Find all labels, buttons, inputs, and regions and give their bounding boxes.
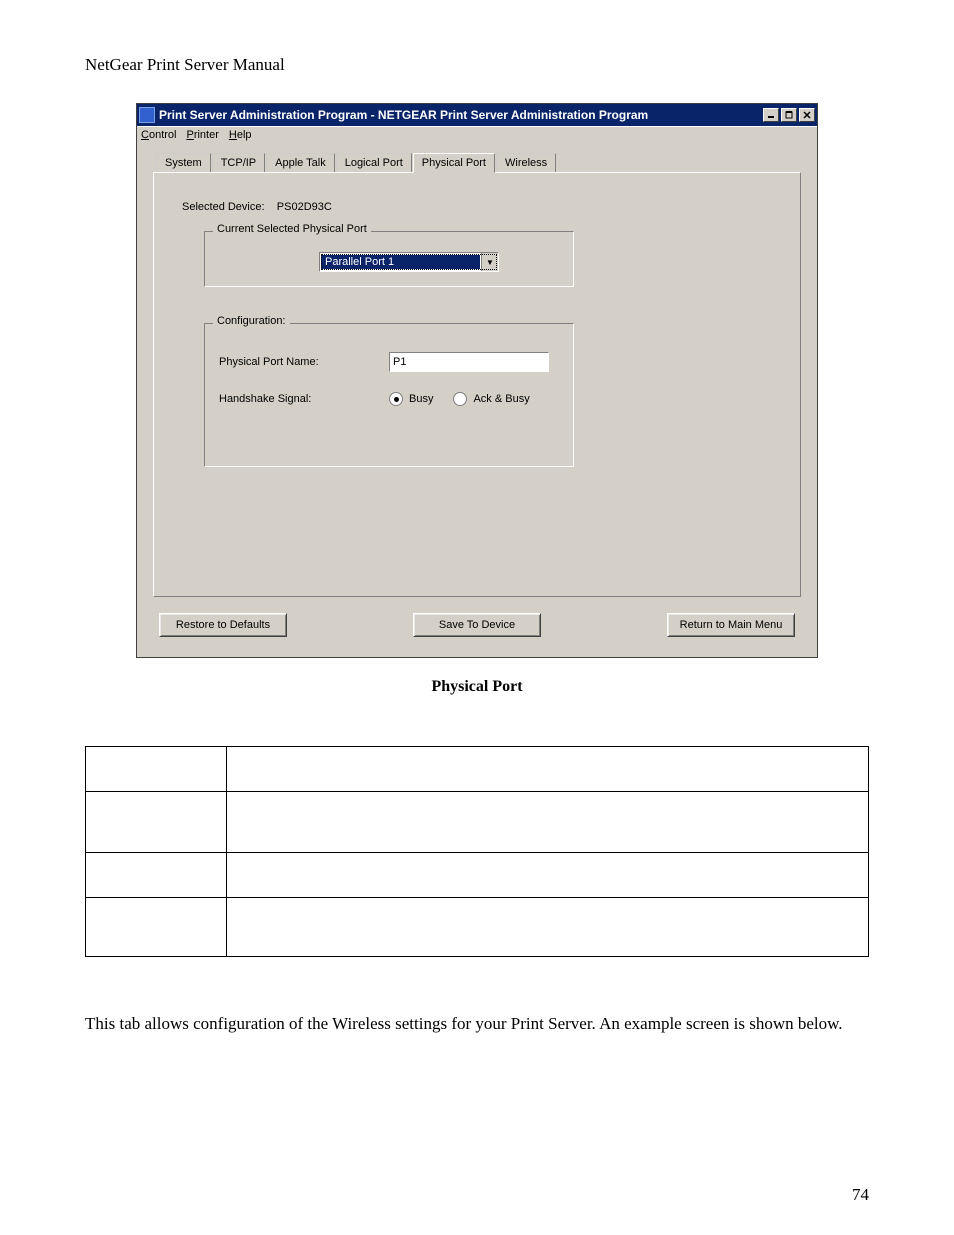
physical-port-name-input[interactable] xyxy=(389,352,549,372)
titlebar: Print Server Administration Program - NE… xyxy=(137,104,817,126)
body-paragraph: This tab allows configuration of the Wir… xyxy=(85,1013,869,1036)
tab-appletalk[interactable]: Apple Talk xyxy=(266,153,335,173)
radio-busy[interactable]: Busy xyxy=(389,392,433,406)
physical-port-name-label: Physical Port Name: xyxy=(219,356,389,368)
handshake-label: Handshake Signal: xyxy=(219,393,389,405)
table-cell xyxy=(227,853,869,898)
menubar: Control Printer Help xyxy=(137,126,817,143)
window-title: Print Server Administration Program - NE… xyxy=(159,108,763,122)
radio-busy-label: Busy xyxy=(409,393,433,405)
page-number: 74 xyxy=(852,1185,869,1205)
app-icon xyxy=(139,107,155,123)
tab-system[interactable]: System xyxy=(156,153,211,173)
menu-printer[interactable]: Printer xyxy=(186,129,218,141)
table-cell xyxy=(86,898,227,957)
figure-caption: Physical Port xyxy=(85,678,869,696)
fieldset-current-port: Current Selected Physical Port Parallel … xyxy=(204,231,574,287)
button-row: Restore to Defaults Save To Device Retur… xyxy=(159,613,795,637)
table-cell xyxy=(227,792,869,853)
chevron-down-icon: ▼ xyxy=(481,253,498,271)
table-cell xyxy=(227,898,869,957)
port-combobox-value: Parallel Port 1 xyxy=(321,255,480,269)
fieldset-config-legend: Configuration: xyxy=(213,315,290,327)
table-cell xyxy=(86,747,227,792)
parameter-table xyxy=(85,746,869,957)
menu-control[interactable]: Control xyxy=(141,129,176,141)
menu-help[interactable]: Help xyxy=(229,129,252,141)
selected-device-value: PS02D93C xyxy=(277,201,332,213)
tab-logical-port[interactable]: Logical Port xyxy=(336,153,412,173)
restore-defaults-button[interactable]: Restore to Defaults xyxy=(159,613,287,637)
maximize-icon xyxy=(785,111,793,119)
radio-busy-indicator xyxy=(389,392,403,406)
radio-ack-indicator xyxy=(453,392,467,406)
minimize-icon xyxy=(767,111,775,119)
maximize-button[interactable] xyxy=(781,108,797,122)
tab-tcpip[interactable]: TCP/IP xyxy=(212,153,265,173)
tab-physical-port[interactable]: Physical Port xyxy=(413,153,495,173)
table-cell xyxy=(86,792,227,853)
minimize-button[interactable] xyxy=(763,108,779,122)
doc-header: NetGear Print Server Manual xyxy=(85,55,869,75)
app-window: Print Server Administration Program - NE… xyxy=(136,103,818,658)
selected-device-label: Selected Device: xyxy=(182,201,265,213)
table-cell xyxy=(86,853,227,898)
save-to-device-button[interactable]: Save To Device xyxy=(413,613,541,637)
radio-ack-busy[interactable]: Ack & Busy xyxy=(453,392,529,406)
selected-device: Selected Device: PS02D93C xyxy=(182,201,780,213)
tab-wireless[interactable]: Wireless xyxy=(496,153,556,173)
fieldset-port-legend: Current Selected Physical Port xyxy=(213,223,371,235)
tab-panel: Selected Device: PS02D93C Current Select… xyxy=(153,172,801,597)
radio-ack-label: Ack & Busy xyxy=(473,393,529,405)
close-icon xyxy=(803,111,811,119)
tab-strip: System TCP/IP Apple Talk Logical Port Ph… xyxy=(156,153,801,173)
fieldset-configuration: Configuration: Physical Port Name: Hands… xyxy=(204,323,574,467)
table-cell xyxy=(227,747,869,792)
return-main-menu-button[interactable]: Return to Main Menu xyxy=(667,613,795,637)
close-button[interactable] xyxy=(799,108,815,122)
client-area: System TCP/IP Apple Talk Logical Port Ph… xyxy=(137,143,817,657)
port-combobox[interactable]: Parallel Port 1 ▼ xyxy=(319,252,499,272)
